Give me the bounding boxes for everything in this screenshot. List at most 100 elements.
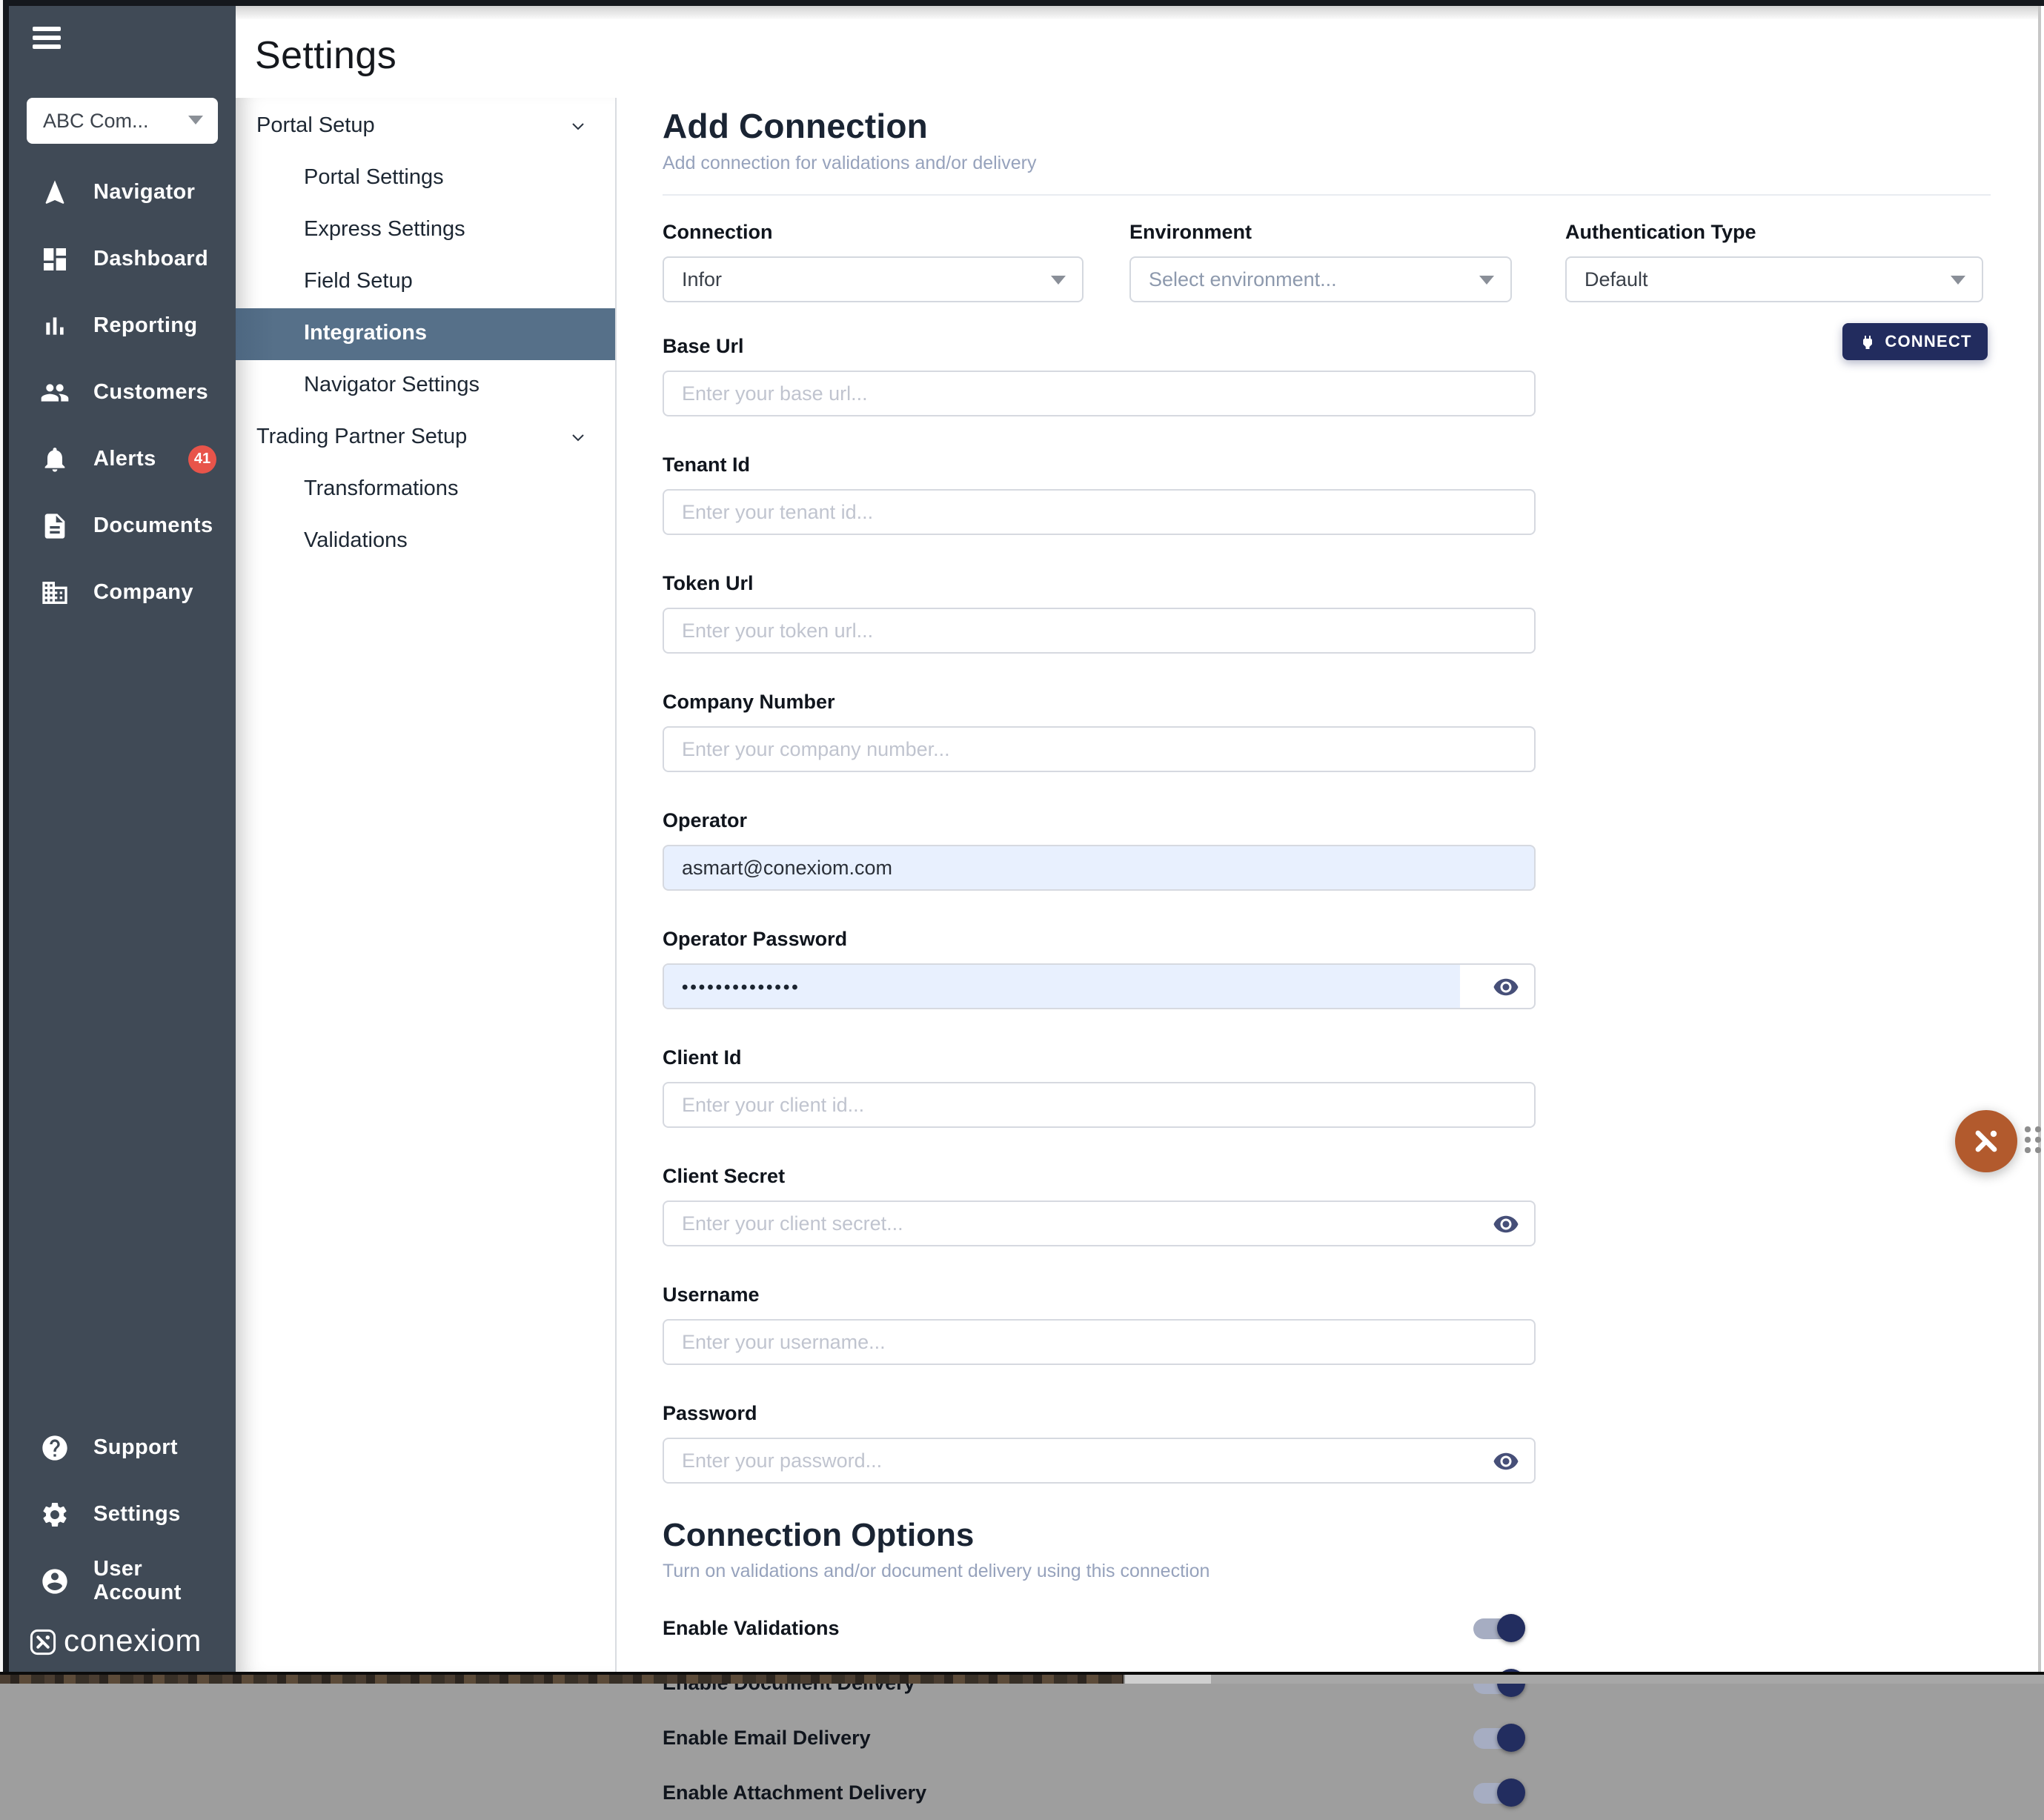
chevron-down-icon bbox=[569, 428, 587, 446]
alerts-count-badge: 41 bbox=[188, 445, 216, 474]
operator-password-field-group: Operator Password •••••••••••••• bbox=[663, 926, 1536, 1009]
eye-icon[interactable] bbox=[1493, 1210, 1519, 1237]
add-connection-pane: Add Connection Add connection for valida… bbox=[615, 98, 2044, 1672]
sidebar-item-customers[interactable]: Customers bbox=[9, 359, 236, 426]
sidebar: ABC Com... Navigator Dashboard Reporting bbox=[9, 6, 236, 1673]
tenant-id-label: Tenant Id bbox=[663, 452, 1536, 477]
sidebar-item-company[interactable]: Company bbox=[9, 559, 236, 626]
connection-options-toggles: Enable Validations Enable Document Deliv… bbox=[663, 1601, 1991, 1820]
company-number-label: Company Number bbox=[663, 689, 1536, 714]
desktop-wallpaper-sliver bbox=[0, 1675, 1124, 1684]
connection-select[interactable]: Infor bbox=[663, 256, 1084, 302]
environment-label: Environment bbox=[1129, 219, 1512, 245]
connection-options-subheading: Turn on validations and/or document deli… bbox=[663, 1561, 1991, 1581]
conexiom-logo-mark-icon bbox=[30, 1629, 56, 1655]
widget-drag-handle[interactable] bbox=[2025, 1126, 2041, 1154]
tenant-id-input[interactable] bbox=[663, 489, 1536, 535]
conexiom-wordmark: conexiom bbox=[64, 1624, 202, 1660]
divider bbox=[663, 194, 1991, 196]
subnav-item-portal-settings[interactable]: Portal Settings bbox=[236, 153, 615, 205]
connection-options-heading: Connection Options bbox=[663, 1516, 1991, 1555]
sidebar-item-navigator[interactable]: Navigator bbox=[9, 159, 236, 226]
auth-type-label: Authentication Type bbox=[1565, 219, 1983, 245]
app-window: ABC Com... Navigator Dashboard Reporting bbox=[0, 0, 2044, 1684]
enable-attachment-delivery-toggle[interactable] bbox=[1473, 1782, 1522, 1803]
subnav-item-validations[interactable]: Validations bbox=[236, 516, 615, 568]
plug-icon bbox=[1858, 333, 1876, 351]
window-top-shadow bbox=[236, 6, 2040, 19]
password-input[interactable] bbox=[663, 1438, 1536, 1484]
enable-validations-toggle[interactable] bbox=[1473, 1618, 1522, 1638]
bell-icon bbox=[40, 445, 70, 474]
desktop-chip bbox=[1124, 1675, 1211, 1684]
subnav-item-field-setup[interactable]: Field Setup bbox=[236, 256, 615, 308]
organization-selector-value: ABC Com... bbox=[43, 109, 149, 131]
client-secret-input[interactable] bbox=[663, 1200, 1536, 1246]
window-top-border bbox=[0, 0, 2044, 6]
settings-subnav: Portal Setup Portal Settings Express Set… bbox=[236, 98, 615, 1672]
organization-selector[interactable]: ABC Com... bbox=[27, 97, 218, 143]
window-left-border bbox=[3, 0, 9, 1673]
subnav-item-transformations[interactable]: Transformations bbox=[236, 464, 615, 516]
token-url-field-group: Token Url bbox=[663, 571, 1536, 654]
desktop-background-strip bbox=[0, 1675, 2044, 1684]
conexiom-logo: conexiom bbox=[30, 1624, 202, 1660]
eye-icon[interactable] bbox=[1493, 973, 1519, 1000]
tenant-id-field-group: Tenant Id bbox=[663, 452, 1536, 535]
sidebar-nav: Navigator Dashboard Reporting Customers … bbox=[9, 159, 236, 626]
client-id-field-group: Client Id bbox=[663, 1045, 1536, 1128]
eye-icon[interactable] bbox=[1493, 1447, 1519, 1474]
caret-down-icon bbox=[1951, 275, 1965, 284]
masked-password-text: •••••••••••••• bbox=[682, 963, 800, 1009]
subnav-group-portal-setup[interactable]: Portal Setup bbox=[236, 101, 615, 153]
username-input[interactable] bbox=[663, 1319, 1536, 1365]
dashboard-icon bbox=[40, 245, 70, 274]
client-id-input[interactable] bbox=[663, 1082, 1536, 1128]
subnav-item-integrations-selected[interactable]: Integrations bbox=[236, 308, 615, 360]
conexiom-x-mark-icon bbox=[1968, 1123, 2004, 1159]
operator-label: Operator bbox=[663, 808, 1536, 833]
section-heading: Add Connection bbox=[663, 107, 1991, 147]
navigator-arrow-icon bbox=[40, 178, 70, 207]
sidebar-item-support[interactable]: Support bbox=[9, 1414, 236, 1481]
auth-type-select[interactable]: Default bbox=[1565, 256, 1983, 302]
client-id-label: Client Id bbox=[663, 1045, 1536, 1070]
people-icon bbox=[40, 378, 70, 408]
sidebar-item-dashboard[interactable]: Dashboard bbox=[9, 226, 236, 293]
password-label: Password bbox=[663, 1401, 1536, 1426]
caret-down-icon bbox=[1479, 275, 1494, 284]
base-url-input[interactable] bbox=[663, 371, 1536, 416]
sidebar-item-reporting[interactable]: Reporting bbox=[9, 293, 236, 359]
section-subheading: Add connection for validations and/or de… bbox=[663, 153, 1991, 173]
base-url-label: Base Url bbox=[663, 333, 1536, 359]
help-icon bbox=[40, 1432, 70, 1462]
toggle-row-enable-email-delivery: Enable Email Delivery bbox=[663, 1710, 1527, 1765]
window-frame: ABC Com... Navigator Dashboard Reporting bbox=[0, 0, 2044, 1684]
main-panel: Settings Portal Setup Portal Settings Ex… bbox=[236, 6, 2040, 1672]
sidebar-item-user-account[interactable]: User Account bbox=[9, 1547, 236, 1614]
sidebar-item-documents[interactable]: Documents bbox=[9, 493, 236, 559]
environment-select[interactable]: Select environment... bbox=[1129, 256, 1512, 302]
operator-password-input[interactable]: •••••••••••••• bbox=[663, 963, 1536, 1009]
connection-label: Connection bbox=[663, 219, 1084, 245]
sidebar-footer: Support Settings User Account bbox=[9, 1414, 236, 1614]
sidebar-item-settings[interactable]: Settings bbox=[9, 1481, 236, 1547]
sidebar-item-alerts[interactable]: Alerts 41 bbox=[9, 426, 236, 493]
building-icon bbox=[40, 578, 70, 608]
caret-down-icon bbox=[188, 116, 203, 124]
subnav-item-express-settings[interactable]: Express Settings bbox=[236, 205, 615, 256]
operator-input[interactable] bbox=[663, 845, 1536, 891]
subnav-item-navigator-settings[interactable]: Navigator Settings bbox=[236, 360, 615, 412]
enable-email-delivery-toggle[interactable] bbox=[1473, 1727, 1522, 1748]
connect-button[interactable]: CONNECT bbox=[1842, 323, 1988, 360]
bar-chart-icon bbox=[40, 311, 70, 341]
token-url-input[interactable] bbox=[663, 608, 1536, 654]
person-icon bbox=[40, 1566, 70, 1595]
hamburger-menu-icon[interactable] bbox=[33, 27, 62, 48]
conexiom-floating-widget-button[interactable] bbox=[1955, 1110, 2017, 1172]
subnav-group-trading-partner-setup[interactable]: Trading Partner Setup bbox=[236, 412, 615, 464]
company-number-input[interactable] bbox=[663, 726, 1536, 772]
operator-field-group: Operator bbox=[663, 808, 1536, 891]
base-url-field-group: Base Url bbox=[663, 333, 1536, 416]
caret-down-icon bbox=[1051, 275, 1066, 284]
